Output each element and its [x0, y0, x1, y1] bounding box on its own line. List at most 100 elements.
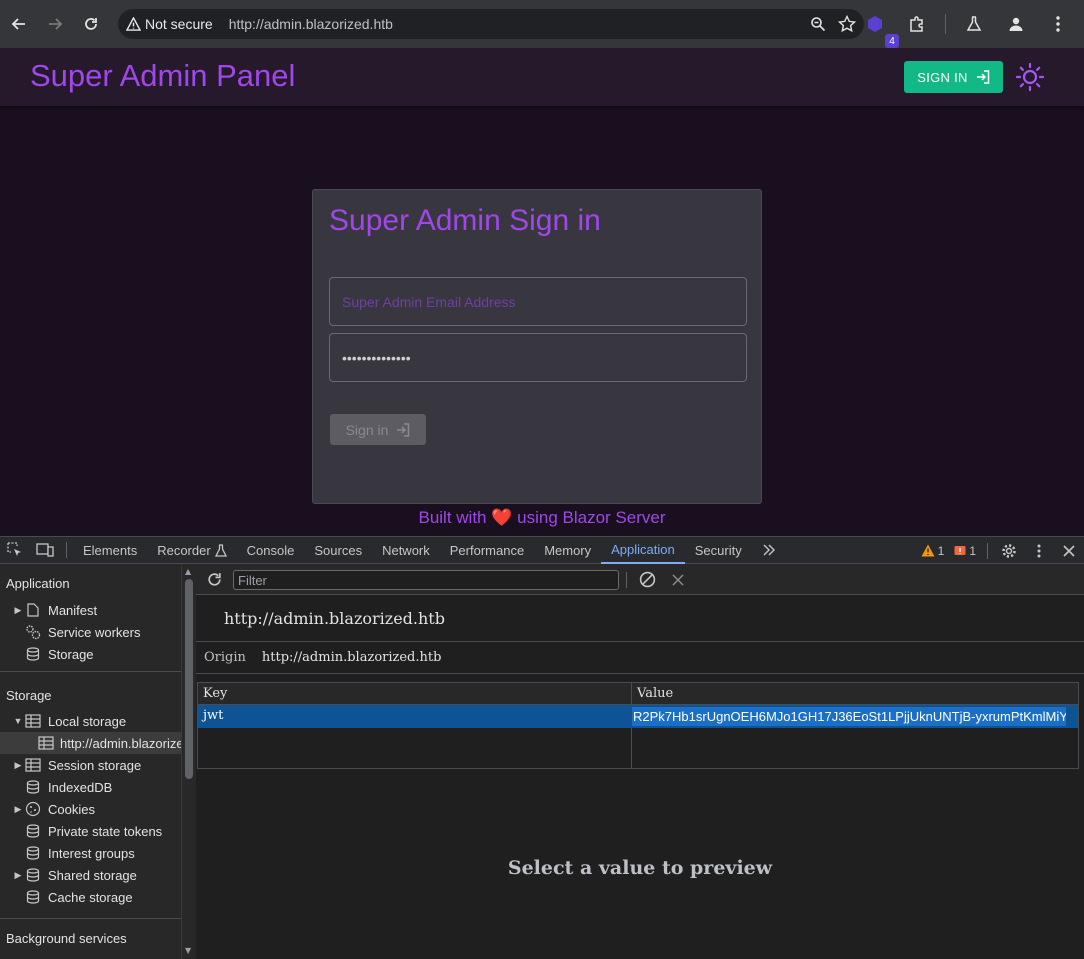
browser-menu-button[interactable]: [1040, 6, 1076, 42]
sidebar-item-label: Private state tokens: [48, 823, 163, 839]
sidebar-item-session-storage[interactable]: ▶ Session storage: [0, 754, 181, 776]
tab-security[interactable]: Security: [685, 537, 752, 564]
signin-title: Super Admin Sign in: [329, 204, 601, 237]
inspect-element-button[interactable]: [0, 537, 30, 564]
devtools-menu-button[interactable]: [1024, 537, 1054, 564]
sidebar-item-local-storage-origin[interactable]: http://admin.blazorized.htb: [0, 732, 181, 754]
sidebar-item-label: Storage: [48, 646, 94, 662]
sidebar-item-shared-storage[interactable]: ▶ Shared storage: [0, 864, 181, 886]
sidebar-item-label: Service workers: [48, 624, 141, 640]
column-header-key[interactable]: Key: [203, 686, 227, 701]
security-chip[interactable]: Not secure: [126, 16, 213, 32]
filter-input[interactable]: [234, 571, 618, 589]
header-signin-button[interactable]: SIGN IN: [904, 61, 1003, 93]
tab-divider: [987, 542, 988, 559]
expand-arrow-icon[interactable]: ▶: [12, 804, 24, 815]
device-icon: [36, 543, 54, 557]
forward-button[interactable]: [37, 6, 73, 42]
close-icon: [1063, 544, 1075, 557]
tab-divider: [66, 542, 67, 558]
database-icon: [24, 845, 42, 861]
password-field[interactable]: [330, 334, 746, 381]
extensions-menu-button[interactable]: [899, 6, 935, 42]
sidebar-item-label: Shared storage: [48, 867, 137, 883]
sidebar-scrollbar[interactable]: ▲ ▼: [181, 565, 195, 959]
email-field[interactable]: [330, 278, 746, 325]
table-row[interactable]: jwt R2Pk7Hb1srUgnOEH6MJo1GH17J36EoSt1LPj…: [198, 705, 1078, 728]
kebab-menu-icon: [1056, 16, 1060, 32]
tab-performance[interactable]: Performance: [440, 537, 534, 564]
tab-application[interactable]: Application: [601, 537, 685, 564]
column-header-value[interactable]: Value: [637, 686, 673, 701]
sidebar-item-indexeddb[interactable]: IndexedDB: [0, 776, 181, 798]
reload-button[interactable]: [73, 6, 109, 42]
delete-selected-button[interactable]: [672, 573, 684, 591]
collapse-arrow-icon[interactable]: ▼: [12, 716, 24, 726]
url-text[interactable]: http://admin.blazorized.htb: [229, 16, 393, 32]
extension-button[interactable]: 4: [857, 6, 899, 48]
origin-label: Origin: [204, 650, 246, 665]
application-sidebar: Application ▶ Manifest Service workers S…: [0, 565, 181, 959]
footer-text-before: Built with: [418, 508, 487, 527]
header-signin-label: SIGN IN: [917, 69, 968, 85]
scrollbar-thumb[interactable]: [185, 579, 193, 779]
row-value[interactable]: R2Pk7Hb1srUgnOEH6MJo1GH17J36EoSt1LPjjUkn…: [632, 707, 1066, 726]
warnings-counter[interactable]: 1: [916, 544, 950, 558]
storage-table: Key Value jwt R2Pk7Hb1srUgnOEH6MJo1GH17J…: [197, 682, 1079, 769]
tab-network[interactable]: Network: [372, 537, 440, 564]
close-devtools-button[interactable]: [1054, 537, 1084, 564]
sidebar-item-cache-storage[interactable]: Cache storage: [0, 886, 181, 908]
refresh-icon: [208, 573, 221, 586]
refresh-button[interactable]: [206, 571, 223, 593]
sidebar-item-interest-groups[interactable]: Interest groups: [0, 842, 181, 864]
local-storage-panel: http://admin.blazorized.htb Origin http:…: [196, 565, 1084, 959]
expand-arrow-icon[interactable]: ▶: [12, 870, 24, 881]
more-tabs-button[interactable]: [752, 537, 786, 564]
block-icon: [639, 571, 656, 588]
back-button[interactable]: [1, 6, 37, 42]
database-icon: [24, 823, 42, 839]
origin-value: http://admin.blazorized.htb: [261, 650, 442, 665]
table-icon: [24, 757, 42, 773]
sidebar-item-storage[interactable]: Storage: [0, 643, 181, 665]
devtools-panel: Elements Recorder Console Sources Networ…: [0, 536, 1084, 959]
sidebar-item-private-state-tokens[interactable]: Private state tokens: [0, 820, 181, 842]
warning-icon: [126, 17, 141, 31]
scroll-up-icon[interactable]: ▲: [185, 567, 191, 576]
sidebar-item-label: Manifest: [48, 602, 98, 618]
tab-elements[interactable]: Elements: [73, 537, 147, 564]
web-page: Super Admin Panel SIGN IN Super Admin Si…: [0, 48, 1084, 536]
devtools-settings-button[interactable]: [994, 537, 1024, 564]
sidebar-divider: [0, 918, 181, 919]
profile-button[interactable]: [998, 6, 1034, 42]
tab-console[interactable]: Console: [237, 537, 305, 564]
password-field-wrapper: [329, 333, 747, 382]
issues-counter[interactable]: 1: [949, 544, 981, 558]
labs-button[interactable]: [956, 6, 992, 42]
tab-sources[interactable]: Sources: [304, 537, 372, 564]
bookmark-star-icon[interactable]: [838, 15, 856, 33]
clear-all-button[interactable]: [639, 571, 656, 593]
tab-memory[interactable]: Memory: [534, 537, 601, 564]
issue-flag-icon: [954, 545, 966, 555]
zoom-icon[interactable]: [810, 16, 826, 32]
sidebar-item-label: IndexedDB: [48, 779, 113, 795]
tab-recorder-label: Recorder: [157, 542, 211, 558]
sidebar-item-label: Cache storage: [48, 889, 133, 905]
table-header: Key Value: [198, 683, 1078, 705]
sidebar-item-cookies[interactable]: ▶ Cookies: [0, 798, 181, 820]
signin-submit-button[interactable]: Sign in: [330, 414, 426, 445]
address-bar[interactable]: Not secure http://admin.blazorized.htb: [118, 9, 864, 39]
sidebar-item-local-storage[interactable]: ▼ Local storage: [0, 710, 181, 732]
sidebar-item-service-workers[interactable]: Service workers: [0, 621, 181, 643]
expand-arrow-icon[interactable]: ▶: [12, 605, 24, 616]
row-key[interactable]: jwt: [203, 708, 223, 723]
theme-toggle-button[interactable]: [1014, 61, 1046, 93]
extension-badge: 4: [885, 34, 899, 48]
device-toolbar-button[interactable]: [30, 537, 60, 564]
tab-recorder[interactable]: Recorder: [147, 537, 236, 564]
sidebar-item-manifest[interactable]: ▶ Manifest: [0, 599, 181, 621]
kebab-menu-icon: [1037, 544, 1041, 557]
expand-arrow-icon[interactable]: ▶: [12, 760, 24, 771]
scroll-down-icon[interactable]: ▼: [185, 946, 191, 955]
